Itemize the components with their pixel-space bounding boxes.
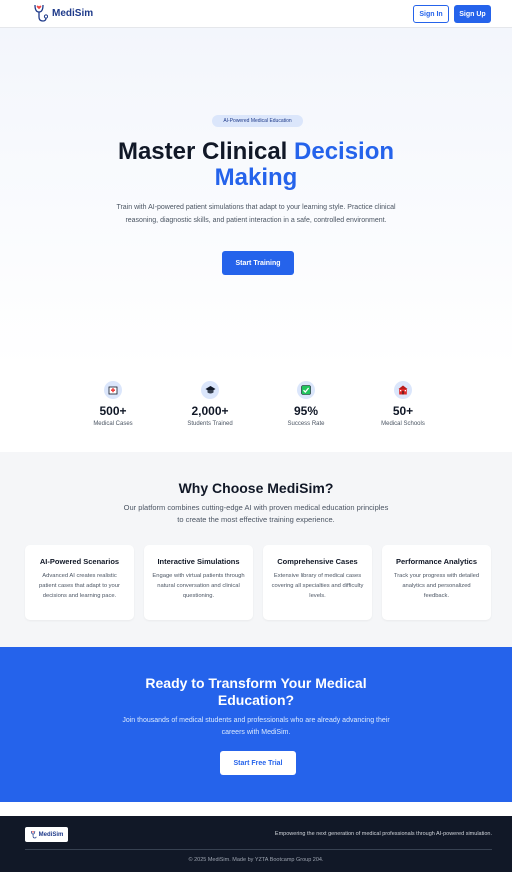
school-icon: [394, 381, 412, 399]
card-description: Extensive library of medical cases cover…: [271, 573, 364, 599]
feature-card-interactive-simulations: Interactive Simulations Engage with virt…: [144, 545, 253, 620]
features-title: Why Choose MediSim?: [178, 480, 334, 496]
stat-students-trained: 2,000+ Students Trained: [165, 381, 255, 427]
stat-label: Medical Cases: [93, 421, 133, 427]
sign-in-button[interactable]: Sign In: [413, 5, 449, 23]
card-title: Performance Analytics: [395, 557, 477, 566]
stethoscope-heart-icon: [30, 830, 37, 839]
stat-label: Medical Schools: [381, 421, 425, 427]
stat-value: 2,000+: [191, 404, 229, 418]
hero-section: AI-Powered Medical Education Master Clin…: [0, 28, 512, 368]
stats-section: 500+ Medical Cases 2,000+ Students Train…: [0, 368, 512, 452]
card-description: Engage with virtual patients through nat…: [152, 573, 245, 599]
footer-logo[interactable]: MediSim: [25, 827, 68, 842]
start-training-button[interactable]: Start Training: [222, 251, 294, 275]
features-description: Our platform combines cutting-edge AI wi…: [123, 503, 389, 524]
stat-label: Students Trained: [187, 421, 233, 427]
footer-tagline: Empowering the next generation of medica…: [274, 831, 492, 837]
stethoscope-heart-icon: [34, 4, 48, 22]
check-mark-icon: [297, 381, 315, 399]
brand-logo[interactable]: MediSim: [32, 3, 93, 23]
feature-card-comprehensive-cases: Comprehensive Cases Extensive library of…: [263, 545, 372, 620]
hero-title-accent2: Making: [214, 164, 298, 191]
card-description: Advanced AI creates realistic patient ca…: [39, 573, 120, 599]
card-title: Interactive Simulations: [157, 557, 240, 566]
footer: MediSim Empowering the next generation o…: [0, 816, 512, 872]
feature-card-ai-scenarios: AI-Powered Scenarios Advanced AI creates…: [25, 545, 134, 620]
stat-label: Success Rate: [287, 421, 325, 427]
stat-success-rate: 95% Success Rate: [261, 381, 351, 427]
stat-value: 95%: [293, 404, 319, 418]
features-section: Why Choose MediSim? Our platform combine…: [0, 452, 512, 647]
graduation-cap-icon: [201, 381, 219, 399]
top-navbar: MediSim Sign In Sign Up: [0, 0, 512, 28]
stat-medical-schools: 50+ Medical Schools: [358, 381, 448, 427]
card-title: AI-Powered Scenarios: [39, 557, 120, 566]
hero-description: Train with AI-powered patient simulation…: [116, 204, 396, 224]
start-free-trial-button[interactable]: Start Free Trial: [220, 751, 296, 775]
footer-brand-name: MediSim: [38, 831, 64, 838]
cta-description: Join thousands of medical students and p…: [122, 717, 390, 736]
hospital-icon: [104, 381, 122, 399]
cta-section: Ready to Transform Your Medical Educatio…: [0, 647, 512, 802]
card-description: Track your progress with detailed analyt…: [393, 573, 480, 599]
cta-title: Ready to Transform Your Medical Educatio…: [145, 675, 367, 708]
feature-card-performance-analytics: Performance Analytics Track your progres…: [382, 545, 491, 620]
hero-badge: AI-Powered Medical Education: [212, 115, 303, 127]
footer-copyright: © 2025 MediSim. Made by YZTA Bootcamp Gr…: [188, 857, 324, 863]
sign-up-button[interactable]: Sign Up: [454, 5, 491, 23]
footer-divider: [25, 849, 492, 850]
card-title: Comprehensive Cases: [277, 557, 358, 566]
hero-title: Master Clinical Decision Making: [0, 139, 512, 191]
stat-medical-cases: 500+ Medical Cases: [68, 381, 158, 427]
hero-title-part1: Master Clinical: [117, 138, 295, 165]
brand-name: MediSim: [52, 7, 94, 19]
stat-value: 50+: [392, 404, 414, 418]
stat-value: 500+: [99, 404, 127, 418]
hero-title-accent1: Decision: [294, 138, 395, 165]
